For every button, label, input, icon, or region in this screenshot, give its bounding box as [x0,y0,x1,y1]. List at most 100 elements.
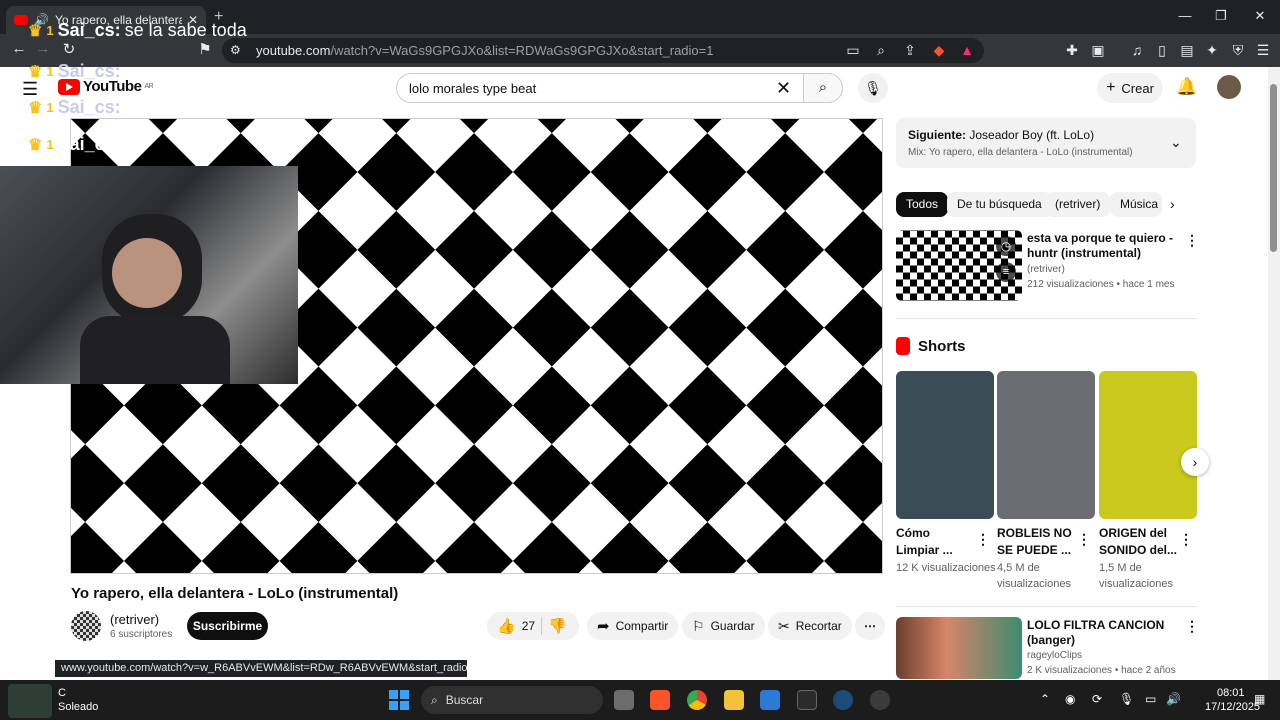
clip-button[interactable]: ✂ Recortar [768,612,852,640]
short-title[interactable]: ORIGEN del SONIDO del... [1099,525,1177,559]
url-path: /watch?v=WaGs9GPGJXo&list=RDWaGs9GPGJXo&… [330,43,714,58]
chip-search[interactable]: De tu búsqueda [947,192,1052,217]
recommended-channel[interactable]: rageyloClips [1027,650,1082,661]
minimize-icon[interactable]: — [1175,8,1195,23]
recommended-channel[interactable]: (retriver) [1027,264,1065,275]
more-vertical-icon[interactable]: ⋮ [1185,232,1199,249]
chat-message: se la sabe toda [124,20,247,40]
more-vertical-icon[interactable]: ⋮ [976,531,990,548]
subscriber-count: 6 suscriptores [110,629,173,640]
wallet-icon[interactable]: ▤ [1177,42,1197,59]
recommended-thumbnail[interactable] [896,617,1022,679]
steam-icon[interactable] [833,690,853,710]
browser-menu-icon[interactable]: ☰ [1253,42,1273,59]
shorts-next-icon[interactable]: › [1181,448,1209,476]
webcam-overlay [0,166,298,384]
account-avatar[interactable] [1217,75,1241,99]
webcam-person-face [112,238,182,308]
chip-todos[interactable]: Todos [896,192,949,217]
create-button[interactable]: + Crear [1097,73,1163,103]
chip-music[interactable]: Música [1110,192,1162,217]
windows-start-icon[interactable] [389,690,409,710]
leo-icon[interactable]: ✦ [1202,42,1222,59]
channel-avatar[interactable] [71,611,101,641]
search-button[interactable]: ⌕ [803,73,843,103]
more-actions-button[interactable]: ⋯ [855,612,885,640]
chat-badge: 1 [46,64,54,79]
voice-search-icon[interactable]: 🎙 [858,73,888,103]
weather-widget-icon[interactable] [8,684,52,718]
more-vertical-icon[interactable]: ⋮ [1077,531,1091,548]
stream-chat-overlay: ♛ 1 Sai_cs: se la sabe toda ♛ 1 Sai_cs: … [0,0,300,166]
reader-icon[interactable]: ▣ [1088,42,1108,59]
more-vertical-icon[interactable]: ⋮ [1179,531,1193,548]
epic-games-icon[interactable] [797,690,817,710]
recommended-thumbnail[interactable]: ◷ ≡ [896,230,1022,301]
volume-icon[interactable]: 🔊 [1166,692,1181,706]
save-button[interactable]: ⚐ Guardar [682,612,765,640]
taskbar-search[interactable]: ⌕ Buscar [421,686,603,714]
chat-badge: 1 [46,137,54,152]
subscribe-button[interactable]: Suscribirme [187,612,268,640]
taskbar-date[interactable]: 17/12/2025 [1205,701,1260,713]
short-thumbnail[interactable] [1099,371,1197,519]
chrome-app-icon[interactable] [687,690,707,710]
file-explorer-icon[interactable] [724,690,744,710]
notification-center-icon[interactable]: ▦ [1254,692,1265,706]
share-button[interactable]: ➦ Compartir [587,612,679,640]
add-to-queue-icon[interactable]: ≡ [996,262,1016,282]
dislike-button[interactable]: 👎 [548,617,567,635]
channel-name[interactable]: (retriver) [110,612,159,627]
status-bar-url: www.youtube.com/watch?v=w_R6ABVvEWM&list… [55,660,467,677]
maximize-icon[interactable]: ❐ [1211,8,1231,24]
video-title: Yo rapero, ella delantera - LoLo (instru… [71,585,399,602]
share-arrow-icon: ➦ [597,618,610,635]
vpn-icon[interactable]: ⛨ [1228,42,1248,59]
like-button[interactable]: 👍 27 [497,617,535,635]
short-thumbnail[interactable] [997,371,1095,519]
chevron-down-icon[interactable]: ⌄ [1170,134,1182,151]
discord-icon[interactable]: ◉ [1065,692,1075,706]
extensions-icon[interactable]: ✚ [1062,42,1082,59]
cast-icon[interactable]: ▭ [843,42,863,59]
close-window-icon[interactable]: ✕ [1250,8,1270,24]
watch-later-icon[interactable]: ◷ [996,236,1016,256]
sidebar-icon[interactable]: ▯ [1152,42,1172,59]
crown-badge-icon: ♛ [28,99,43,117]
url-bar[interactable]: youtube.com/watch?v=WaGs9GPGJXo&list=RDW… [222,38,984,63]
network-icon[interactable]: ▭ [1145,692,1156,706]
task-view-icon[interactable] [614,690,634,710]
weather-temp[interactable]: C [58,687,66,699]
chevron-right-icon[interactable]: › [1170,196,1175,212]
thumbs-up-icon: 👍 [497,618,516,635]
bookmark-save-icon: ⚐ [692,617,705,634]
brave-app-icon[interactable] [650,690,670,710]
recommended-title[interactable]: esta va porque te quiero - huntr (instru… [1027,231,1177,261]
short-title[interactable]: ROBLEIS NO SE PUEDE ... [997,525,1075,559]
short-views: 12 K visualizaciones [896,562,996,574]
sync-icon[interactable]: ⟳ [1092,692,1102,706]
rewards-icon[interactable]: ▲ [957,42,977,58]
weather-desc[interactable]: Soleado [58,701,98,713]
brave-shield-icon[interactable]: ◆ [929,42,949,59]
notifications-bell-icon[interactable]: 🔔 [1176,77,1197,97]
chip-channel[interactable]: (retriver) [1045,192,1111,217]
short-title[interactable]: Cómo Limpiar ... [896,525,974,559]
store-icon[interactable] [760,690,780,710]
clear-search-icon[interactable]: ✕ [776,78,791,99]
search-input[interactable] [396,73,804,103]
up-next-box[interactable] [896,118,1196,168]
obs-icon[interactable] [870,690,890,710]
taskbar-time[interactable]: 08:01 [1217,687,1245,699]
recommended-title[interactable]: LOLO FILTRA CANCION (banger) [1027,618,1177,648]
microphone-icon[interactable]: 🎙 [1119,692,1134,706]
chat-badge: 1 [46,23,54,38]
more-vertical-icon[interactable]: ⋮ [1185,618,1199,635]
tray-overflow-icon[interactable]: ⌃ [1040,692,1050,706]
short-thumbnail[interactable] [896,371,994,519]
scrollbar-thumb[interactable] [1270,84,1277,252]
music-icon[interactable]: ♫ [1127,42,1147,58]
share-icon[interactable]: ⇪ [900,42,920,59]
zoom-icon[interactable]: ⌕ [871,42,891,59]
divider [896,606,1196,607]
